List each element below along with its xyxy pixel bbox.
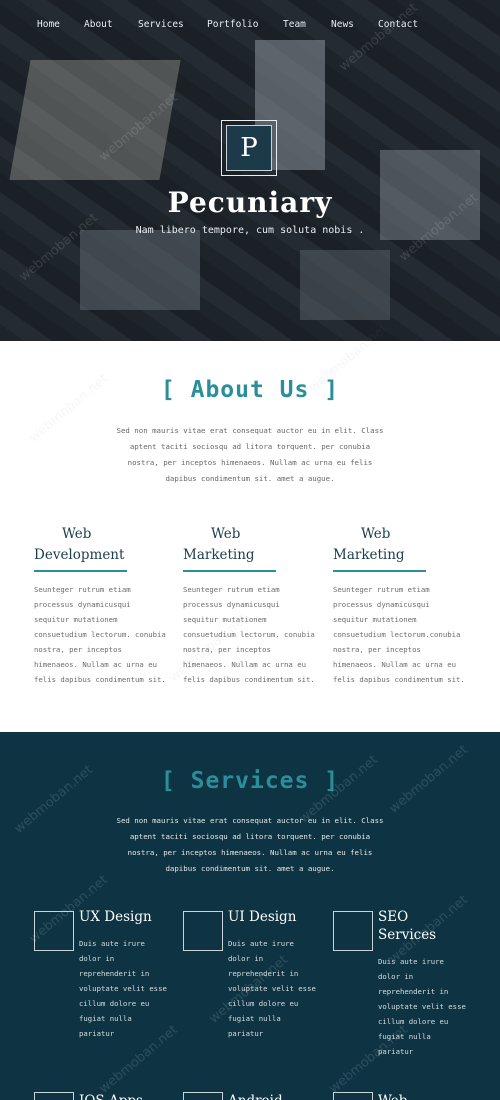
site-title: Pecuniary: [167, 186, 333, 219]
column-title-line2: Marketing: [183, 547, 255, 563]
service-title: UI Design: [228, 909, 297, 925]
column-title-line2: Development: [34, 547, 125, 563]
service-title: Web: [378, 1092, 478, 1100]
nav-portfolio[interactable]: Portfolio: [207, 19, 258, 30]
building-shape: [300, 250, 390, 320]
service-text: Duis aute irure dolor in reprehenderit i…: [228, 939, 316, 1038]
building-shape: [80, 230, 200, 310]
column-text: Seunteger rutrum etiam processus dynamic…: [34, 585, 166, 684]
service-text: Duis aute irure dolor in reprehenderit i…: [79, 939, 167, 1038]
service-icon: [333, 1092, 373, 1100]
logo-letter: P: [226, 125, 272, 171]
service-title: UX Design: [79, 909, 152, 925]
about-column-web-development: Web Development Seunteger rutrum etiam p…: [34, 524, 169, 687]
nav-about[interactable]: About: [84, 19, 113, 30]
about-column-web-marketing: Web Marketing Seunteger rutrum etiam pro…: [183, 524, 318, 687]
service-icon: [183, 1092, 223, 1100]
service-icon: [333, 911, 373, 951]
about-intro: Sed non mauris vitae erat consequat auct…: [116, 426, 384, 483]
nav-contact[interactable]: Contact: [378, 19, 418, 30]
column-divider: [333, 570, 426, 572]
column-title: Web Marketing: [183, 524, 318, 566]
column-title: Web Development: [34, 524, 169, 566]
watermark: webmoban.net: [336, 0, 421, 75]
services-section: [ Services ] Sed non mauris vitae erat c…: [0, 732, 500, 1100]
service-text: Duis aute irure dolor in reprehenderit i…: [378, 957, 466, 1056]
column-divider: [34, 570, 127, 572]
service-title: Android: [228, 1092, 328, 1100]
nav-home[interactable]: Home: [37, 19, 60, 30]
column-title: Web Marketing: [333, 524, 468, 566]
site-tagline: Nam libero tempore, cum soluta nobis .: [135, 225, 365, 236]
nav-team[interactable]: Team: [283, 19, 306, 30]
hero-section: Home About Services Portfolio Team News …: [0, 0, 500, 341]
column-title-line1: Web: [62, 526, 92, 542]
services-title: [ Services ]: [160, 768, 340, 794]
service-title: IOS Apps: [79, 1092, 179, 1100]
service-icon: [34, 1092, 74, 1100]
nav-news[interactable]: News: [331, 19, 354, 30]
logo[interactable]: P: [221, 120, 277, 176]
building-shape: [9, 60, 181, 180]
services-intro: Sed non mauris vitae erat consequat auct…: [116, 816, 384, 873]
about-title: [ About Us ]: [160, 377, 340, 403]
column-title-line1: Web: [361, 526, 391, 542]
main-nav: Home About Services Portfolio Team News …: [0, 19, 500, 33]
service-icon: [183, 911, 223, 951]
about-section: [ About Us ] Sed non mauris vitae erat c…: [0, 321, 500, 732]
nav-services[interactable]: Services: [138, 19, 184, 30]
about-column-web-marketing-2: Web Marketing Seunteger rutrum etiam pro…: [333, 524, 468, 687]
column-text: Seunteger rutrum etiam processus dynamic…: [333, 585, 465, 684]
service-title: SEO Services: [378, 909, 437, 943]
column-divider: [183, 570, 276, 572]
column-text: Seunteger rutrum etiam processus dynamic…: [183, 585, 315, 684]
service-icon: [34, 911, 74, 951]
column-title-line1: Web: [211, 526, 241, 542]
column-title-line2: Marketing: [333, 547, 405, 563]
